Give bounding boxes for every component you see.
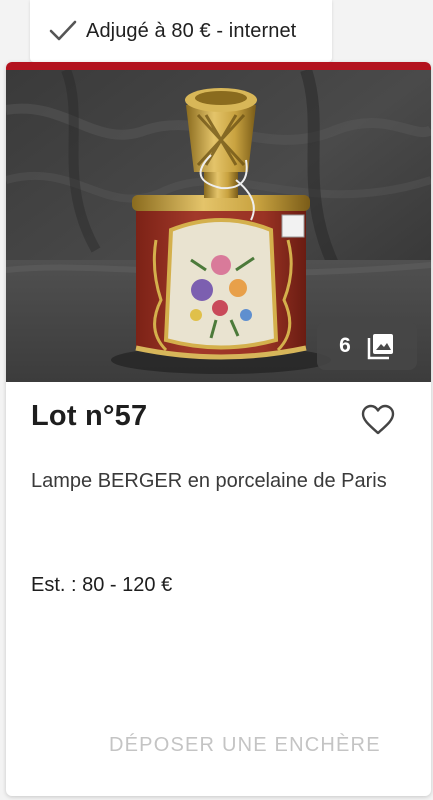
lot-description: Lampe BERGER en porcelaine de Paris — [31, 470, 387, 492]
heart-outline-icon[interactable] — [361, 404, 395, 436]
lot-photo[interactable]: 6 — [6, 70, 431, 382]
lot-title: Lot n°57 — [31, 400, 148, 432]
lot-card[interactable]: 6 Lot n°57 Lampe BERGER en porcelaine de… — [6, 62, 431, 796]
place-bid-button[interactable]: DÉPOSER UNE ENCHÈRE — [109, 734, 381, 757]
photo-gallery-icon — [367, 332, 395, 360]
card-accent-bar — [6, 62, 431, 70]
lot-estimate: Est. : 80 - 120 € — [31, 574, 173, 596]
sold-badge: Adjugé à 80 € - internet — [30, 0, 332, 62]
photo-count-badge[interactable]: 6 — [317, 322, 417, 370]
sold-badge-text: Adjugé à 80 € - internet — [86, 19, 297, 42]
photo-count: 6 — [339, 334, 351, 357]
check-icon — [48, 19, 78, 43]
